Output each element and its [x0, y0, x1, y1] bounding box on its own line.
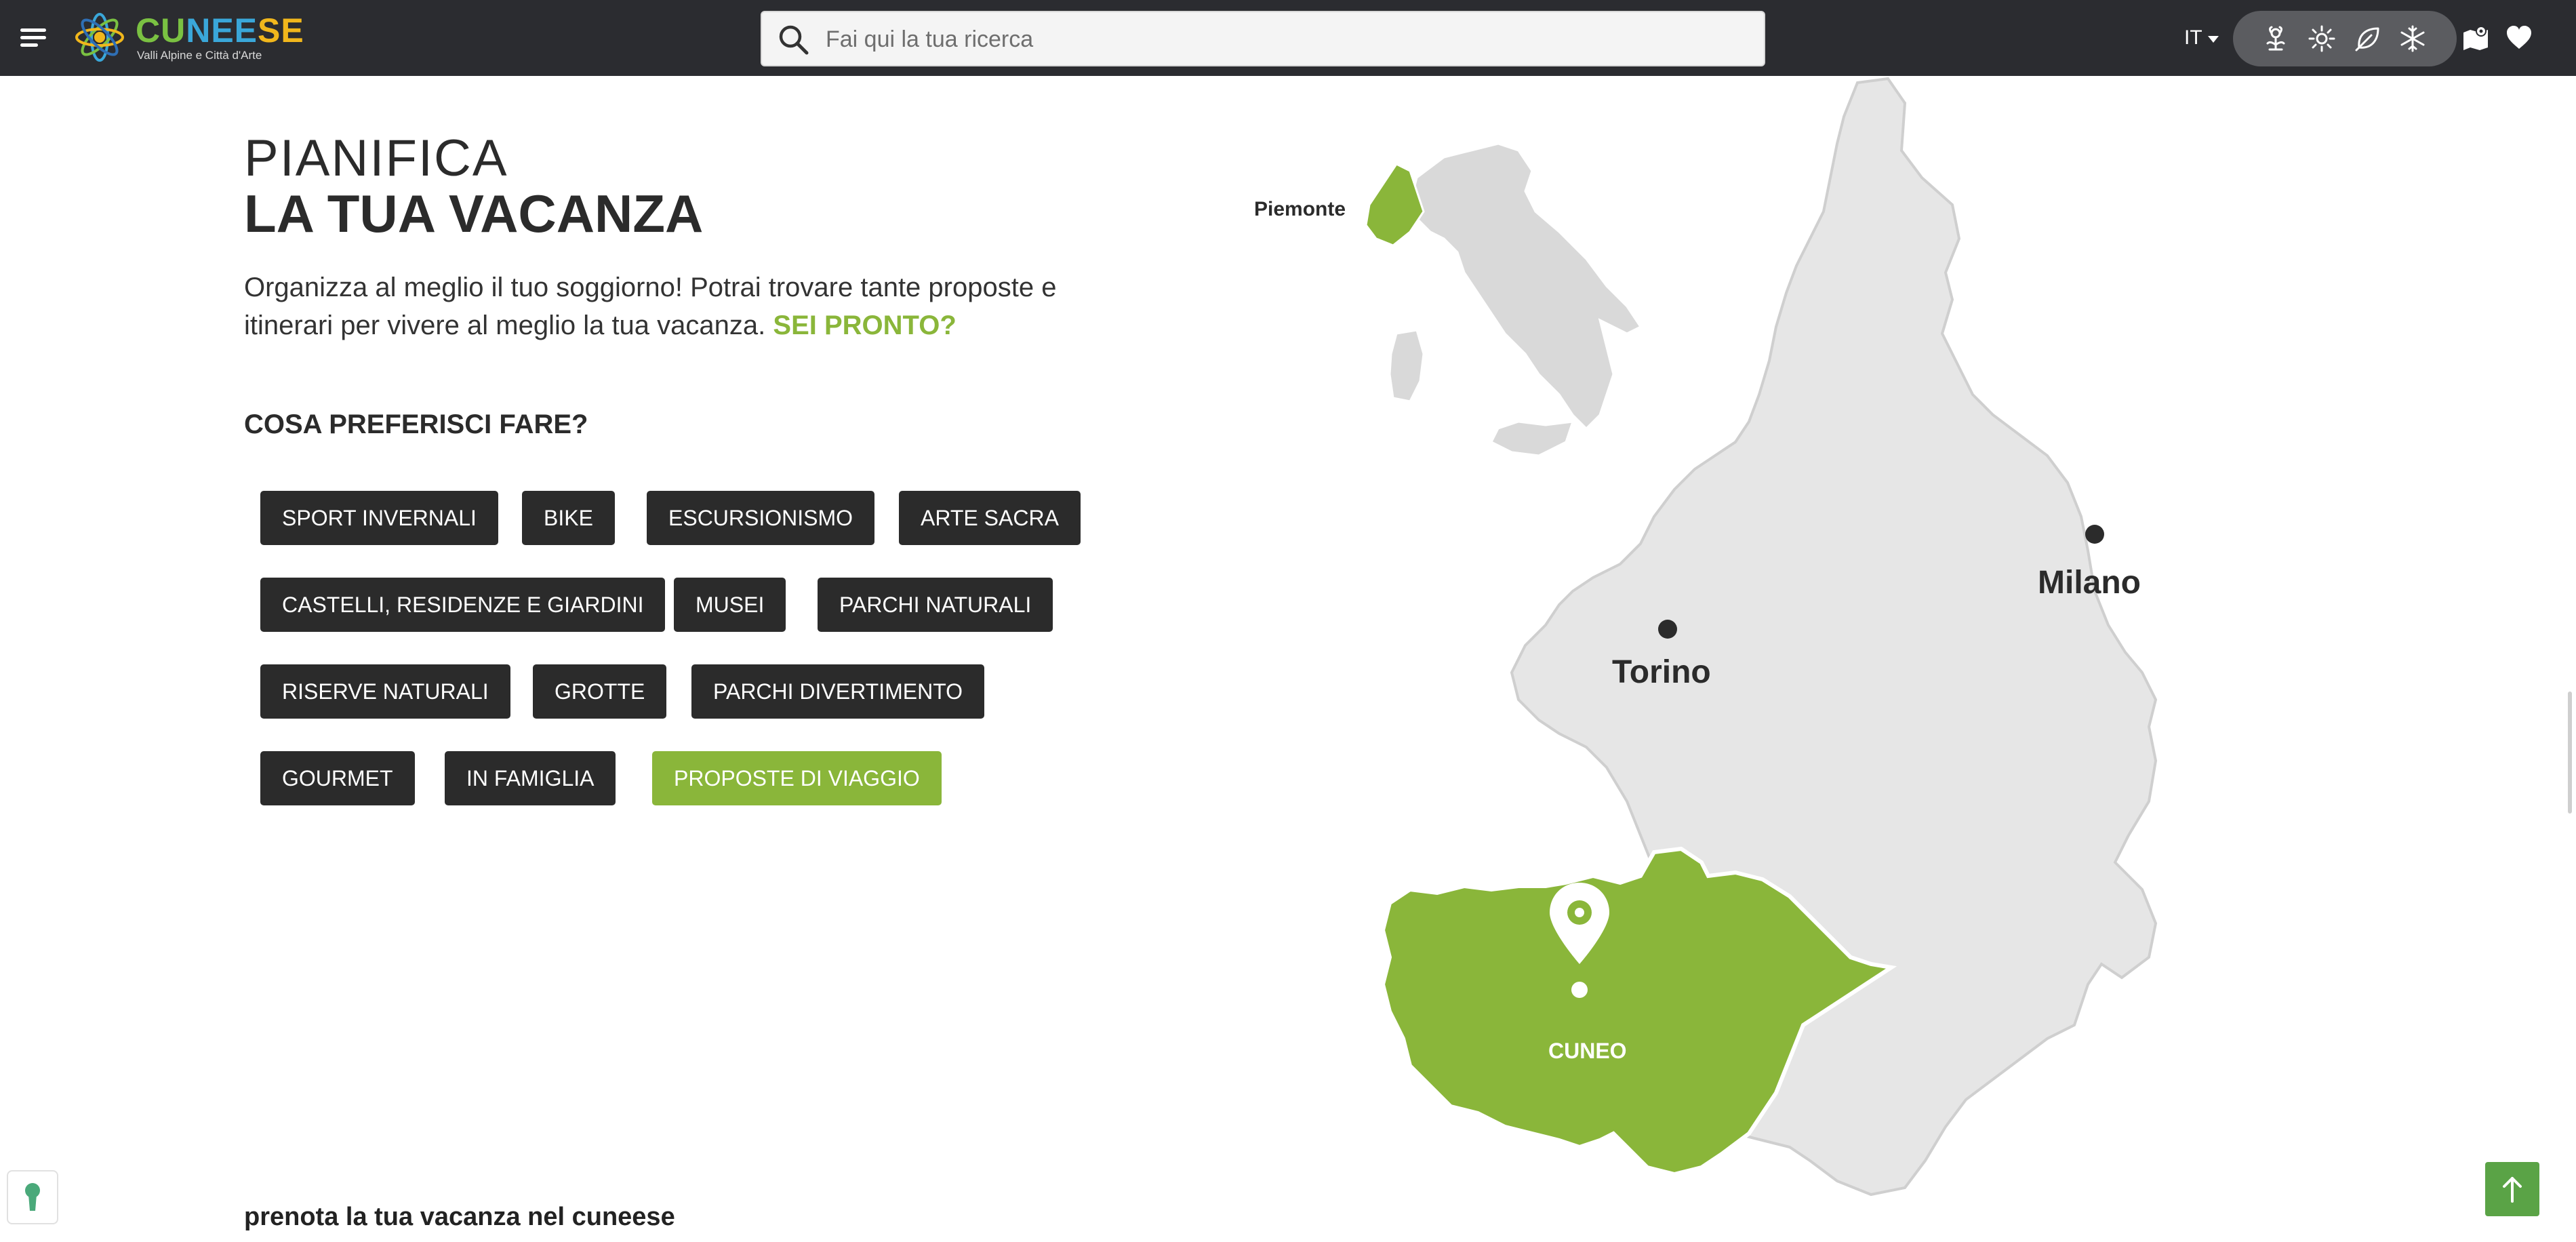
province-label-cuneo[interactable]: CUNEO	[1548, 1039, 1627, 1064]
city-label-torino: Torino	[1612, 654, 1711, 690]
scroll-to-top-button[interactable]	[2485, 1162, 2539, 1216]
season-switcher	[2233, 11, 2457, 66]
keyhole-icon	[25, 1183, 40, 1211]
category-tag[interactable]: CASTELLI, RESIDENZE E GIARDINI	[260, 578, 666, 632]
heart-icon[interactable]	[2504, 23, 2534, 53]
category-tag-active[interactable]: PROPOSTE DI VIAGGIO	[652, 751, 942, 805]
arrow-up-icon	[2503, 1177, 2522, 1203]
city-dot	[1658, 620, 1677, 639]
booking-section-title: prenota la tua vacanza nel cuneese	[244, 1203, 675, 1231]
logo-subtitle: Valli Alpine e Città d'Arte	[137, 49, 262, 62]
intro-highlight: SEI PRONTO?	[773, 310, 957, 340]
category-tag[interactable]: BIKE	[522, 491, 615, 545]
page-title-light: PIANIFICA	[244, 129, 508, 187]
top-navigation-bar: CUNEESE Valli Alpine e Città d'Arte IT	[0, 0, 2576, 76]
category-tag[interactable]: GROTTE	[533, 664, 667, 719]
search-icon[interactable]	[777, 23, 811, 57]
map-graphic	[1365, 77, 2158, 1197]
category-tag[interactable]: RISERVE NATURALI	[260, 664, 510, 719]
search-bar[interactable]	[761, 11, 1765, 66]
sicily-shape	[1489, 420, 1575, 457]
sun-icon[interactable]	[2308, 24, 2336, 53]
category-tag[interactable]: ESCURSIONISMO	[647, 491, 875, 545]
category-tag[interactable]: MUSEI	[674, 578, 786, 632]
logo-wordmark: CUNEESE	[136, 12, 304, 49]
category-tag[interactable]: SPORT INVERNALI	[260, 491, 498, 545]
search-input[interactable]	[826, 20, 1748, 58]
piemonte-map: Piemonte Torino Milano CUNEO	[1254, 76, 2183, 1242]
sardinia-shape	[1388, 329, 1425, 403]
scrollbar-thumb[interactable]	[2568, 692, 2572, 814]
logo-flower-icon	[75, 13, 124, 62]
category-tag[interactable]: ARTE SACRA	[899, 491, 1081, 545]
leaf-icon[interactable]	[2354, 24, 2382, 53]
chevron-down-icon	[2207, 36, 2219, 43]
accessibility-button[interactable]	[7, 1170, 58, 1224]
intro-paragraph: Organizza al meglio il tuo soggiorno! Po…	[244, 268, 1058, 344]
city-dot	[2085, 525, 2104, 544]
menu-icon[interactable]	[20, 27, 47, 49]
language-label: IT	[2184, 26, 2202, 49]
category-tag[interactable]: IN FAMIGLIA	[445, 751, 616, 805]
category-tag[interactable]: PARCHI DIVERTIMENTO	[691, 664, 985, 719]
page-title-bold: LA TUA VACANZA	[244, 184, 704, 243]
map-icon[interactable]	[2461, 23, 2491, 53]
category-tag[interactable]: GOURMET	[260, 751, 415, 805]
flower-icon[interactable]	[2261, 24, 2290, 53]
city-label-milano: Milano	[2038, 565, 2141, 601]
language-selector[interactable]: IT	[2184, 24, 2219, 52]
question-heading: COSA PREFERISCI FARE?	[244, 409, 588, 439]
category-tag[interactable]: PARCHI NATURALI	[818, 578, 1053, 632]
region-label: Piemonte	[1254, 198, 1346, 220]
site-logo[interactable]: CUNEESE Valli Alpine e Città d'Arte	[71, 7, 304, 69]
piemonte-inset-shape	[1365, 163, 1425, 247]
snowflake-icon[interactable]	[2398, 24, 2427, 53]
italy-shape	[1409, 142, 1643, 430]
